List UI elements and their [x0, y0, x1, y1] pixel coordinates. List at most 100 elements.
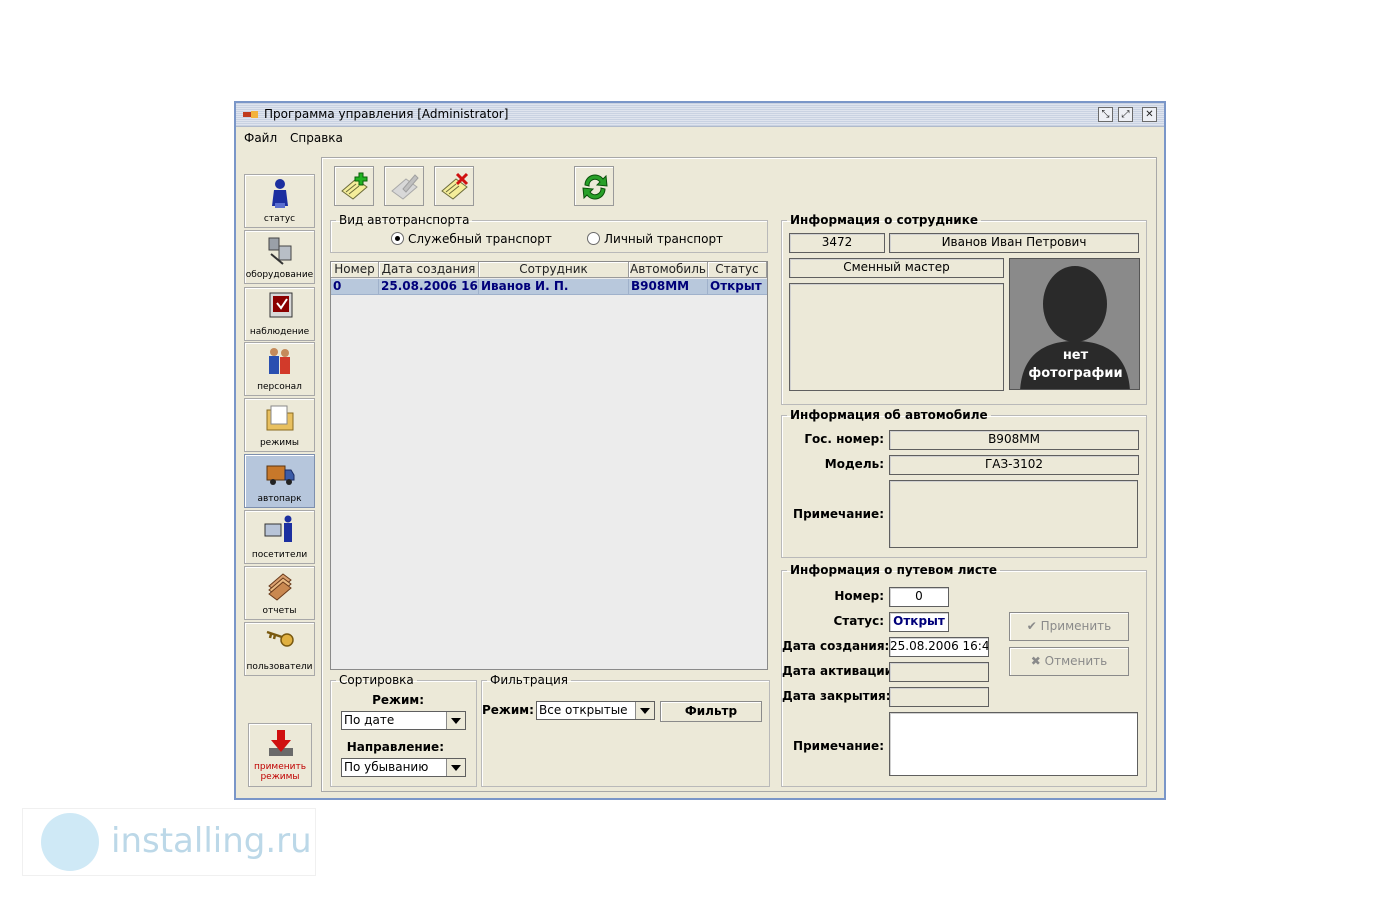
- apply-button-label: Применить: [1040, 619, 1112, 633]
- sidebar-item-reports[interactable]: отчеты: [244, 566, 315, 620]
- filter-button[interactable]: Фильтр: [660, 701, 762, 722]
- delete-waybill-button[interactable]: [434, 166, 474, 206]
- sorting-group: Сортировка Режим: По дате Направление: П…: [330, 673, 477, 787]
- cell-employee: Иванов И. П.: [479, 279, 629, 294]
- apply-button[interactable]: ✔ Применить: [1009, 612, 1129, 641]
- waybill-activated-label: Дата активации:: [782, 664, 898, 678]
- filter-legend: Фильтрация: [490, 673, 569, 687]
- no-photo-text-2: фотографии: [1028, 366, 1123, 381]
- sidebar-item-visitors[interactable]: посетители: [244, 510, 315, 564]
- filter-mode-label: Режим:: [482, 703, 534, 717]
- minimize-icon[interactable]: ⤡: [1098, 107, 1113, 122]
- waybill-closed-label: Дата закрытия:: [782, 689, 891, 703]
- chevron-down-icon[interactable]: [446, 712, 465, 729]
- waybill-table[interactable]: Номер Дата создания Сотрудник Автомобиль…: [330, 261, 768, 670]
- sidebar-item-monitoring[interactable]: наблюдение: [244, 287, 315, 341]
- table-row[interactable]: 0 25.08.2006 16:46 Иванов И. П. B908MM О…: [331, 279, 767, 295]
- visitor-icon: [264, 515, 292, 542]
- sidebar-item-label: пользователи: [246, 662, 313, 672]
- filter-mode-select[interactable]: Все открытые: [536, 701, 655, 720]
- waybill-info-legend: Информация о путевом листе: [790, 563, 998, 577]
- menu-help[interactable]: Справка: [290, 131, 343, 145]
- close-icon[interactable]: ✕: [1142, 107, 1157, 122]
- no-photo-text: нет: [1062, 348, 1089, 363]
- menu-file[interactable]: Файл: [244, 131, 277, 145]
- watermark-logo-icon: [41, 813, 99, 871]
- waybill-created-label: Дата создания:: [782, 639, 890, 653]
- sidebar-item-status[interactable]: статус: [244, 174, 315, 228]
- employee-id-field: 3472: [789, 233, 885, 253]
- cancel-button[interactable]: ✖ Отменить: [1009, 647, 1129, 676]
- status-person-icon: [272, 179, 288, 208]
- delete-document-icon: [441, 172, 469, 200]
- add-waybill-button[interactable]: [334, 166, 374, 206]
- maximize-icon[interactable]: ⤢: [1118, 107, 1133, 122]
- sidebar-item-label: статус: [263, 214, 296, 224]
- employee-info-legend: Информация о сотруднике: [790, 213, 978, 227]
- equipment-icon: [268, 237, 292, 265]
- sidebar-item-personnel[interactable]: персонал: [244, 342, 315, 396]
- radio-unchecked-icon: [587, 232, 600, 245]
- edit-waybill-button[interactable]: [384, 166, 424, 206]
- waybill-closed-field: [889, 687, 989, 707]
- sort-direction-select[interactable]: По убыванию: [341, 758, 466, 777]
- sort-direction-value: По убыванию: [344, 760, 429, 774]
- sidebar-item-label: отчеты: [262, 606, 297, 616]
- apply-modes-button[interactable]: применить режимы: [248, 723, 312, 787]
- sidebar-item-fleet[interactable]: автопарк: [244, 454, 315, 508]
- apply-arrow-icon: [269, 730, 293, 756]
- sidebar-item-users[interactable]: пользователи: [244, 622, 315, 676]
- column-header-number[interactable]: Номер: [331, 262, 379, 278]
- radio-personal-transport[interactable]: Личный транспорт: [587, 232, 723, 246]
- title-bar[interactable]: Программа управления [Administrator] ⤡ ⤢…: [236, 103, 1164, 127]
- employee-notes-field: [789, 283, 1004, 391]
- sorting-legend: Сортировка: [339, 673, 414, 687]
- car-model-field: ГАЗ-3102: [889, 455, 1139, 475]
- car-note-field[interactable]: [889, 480, 1138, 548]
- sidebar-item-equipment[interactable]: оборудование: [244, 230, 315, 284]
- waybill-number-field[interactable]: 0: [889, 587, 949, 607]
- reports-icon: [268, 573, 292, 601]
- car-info-legend: Информация об автомобиле: [790, 408, 988, 422]
- sidebar-item-label: оборудование: [245, 270, 314, 280]
- refresh-button[interactable]: [574, 166, 614, 206]
- monitor-icon: [269, 292, 293, 318]
- sort-mode-select[interactable]: По дате: [341, 711, 466, 730]
- add-document-icon: [341, 172, 368, 200]
- folder-icon: [266, 405, 294, 431]
- employee-info-group: Информация о сотруднике 3472 Иванов Иван…: [781, 213, 1147, 405]
- employee-photo: нет фотографии: [1009, 258, 1140, 390]
- radio-checked-icon: [391, 232, 404, 245]
- waybill-info-group: Информация о путевом листе Номер: 0 Стат…: [781, 563, 1147, 787]
- refresh-icon: [582, 174, 608, 200]
- sidebar-item-label: посетители: [251, 550, 308, 560]
- cell-car: B908MM: [629, 279, 708, 294]
- app-window: Программа управления [Administrator] ⤡ ⤢…: [234, 101, 1166, 800]
- car-model-label: Модель:: [824, 457, 884, 471]
- sidebar-item-modes[interactable]: режимы: [244, 398, 315, 452]
- radio-service-transport[interactable]: Служебный транспорт: [391, 232, 552, 246]
- car-plate-label: Гос. номер:: [804, 432, 884, 446]
- column-header-employee[interactable]: Сотрудник: [479, 262, 629, 278]
- waybill-status-field: Открыт: [889, 612, 949, 632]
- check-icon: ✔: [1026, 619, 1037, 633]
- sidebar-item-label: автопарк: [257, 494, 302, 504]
- chevron-down-icon[interactable]: [635, 702, 654, 719]
- watermark-text: installing.ru: [111, 821, 312, 861]
- car-note-label: Примечание:: [793, 507, 884, 521]
- sort-mode-label: Режим:: [372, 693, 424, 707]
- column-header-car[interactable]: Автомобиль: [629, 262, 708, 278]
- cell-created: 25.08.2006 16:46: [381, 279, 479, 294]
- column-header-created[interactable]: Дата создания: [379, 262, 479, 278]
- waybill-created-field: 25.08.2006 16:46: [889, 637, 989, 657]
- transport-type-legend: Вид автотранспорта: [339, 213, 470, 227]
- filter-group: Фильтрация Режим: Все открытые Фильтр: [481, 673, 770, 787]
- key-icon: [266, 630, 294, 647]
- watermark: installing.ru: [22, 808, 316, 876]
- filter-mode-value: Все открытые: [539, 703, 628, 717]
- sidebar-item-label: наблюдение: [249, 327, 310, 337]
- waybill-note-field[interactable]: [889, 712, 1138, 776]
- waybill-activated-field: [889, 662, 989, 682]
- column-header-status[interactable]: Статус: [708, 262, 767, 278]
- chevron-down-icon[interactable]: [446, 759, 465, 776]
